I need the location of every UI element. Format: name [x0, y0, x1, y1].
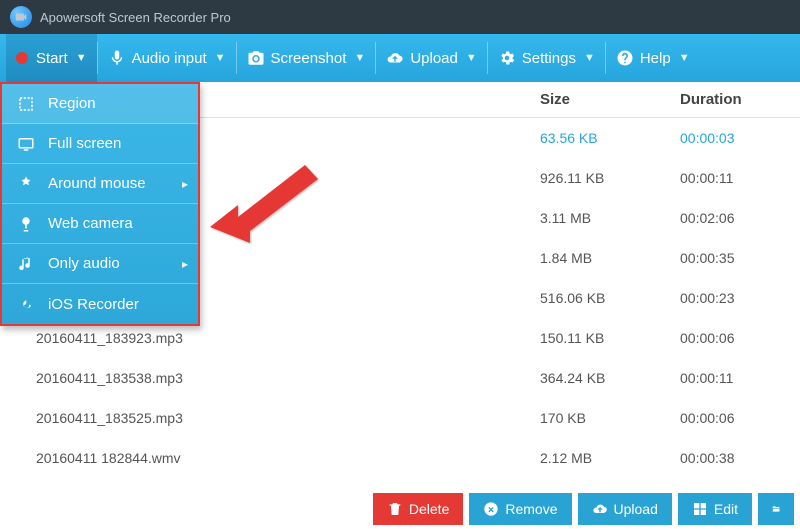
table-row[interactable]: 20160411 182844.wmv2.12 MB00:00:38: [0, 438, 800, 478]
cell-duration: 00:00:38: [680, 450, 800, 466]
dropdown-item-only-audio[interactable]: Only audio ▸: [2, 244, 198, 284]
titlebar: Apowersoft Screen Recorder Pro: [0, 0, 800, 34]
cloud-upload-icon: [592, 501, 608, 517]
cell-size: 364.24 KB: [540, 370, 680, 386]
cell-duration: 00:00:35: [680, 250, 800, 266]
help-icon: [616, 49, 634, 67]
settings-label: Settings: [522, 50, 576, 67]
help-label: Help: [640, 50, 671, 67]
cell-file: 20160411_183923.mp3: [0, 330, 540, 346]
main-toolbar: Start ▼ Audio input ▼ Screenshot ▼ Uploa…: [0, 34, 800, 82]
chevron-down-icon: ▼: [215, 52, 226, 64]
delete-label: Delete: [409, 501, 449, 517]
cell-file: 20160411_183538.mp3: [0, 370, 540, 386]
trash-icon: [387, 501, 403, 517]
camera-icon: [247, 49, 265, 67]
remove-button[interactable]: Remove: [469, 493, 571, 525]
cell-size: 150.11 KB: [540, 330, 680, 346]
dropdown-item-icon: [16, 254, 36, 274]
cell-size: 1.84 MB: [540, 250, 680, 266]
dropdown-item-label: Only audio: [48, 255, 120, 272]
cell-duration: 00:00:23: [680, 290, 800, 306]
edit-label: Edit: [714, 501, 738, 517]
dropdown-item-label: Region: [48, 95, 96, 112]
chevron-down-icon: ▼: [354, 52, 365, 64]
start-label: Start: [36, 50, 68, 67]
bottom-bar: Delete Remove Upload Edit: [0, 489, 800, 529]
edit-button[interactable]: Edit: [678, 493, 752, 525]
table-row[interactable]: 20160411_183538.mp3364.24 KB00:00:11: [0, 358, 800, 398]
cell-duration: 00:00:06: [680, 330, 800, 346]
help-button[interactable]: Help ▼: [606, 34, 700, 82]
cell-size: 516.06 KB: [540, 290, 680, 306]
dropdown-item-icon: [16, 134, 36, 154]
cell-size: 63.56 KB: [540, 130, 680, 146]
chevron-right-icon: ▸: [182, 177, 188, 191]
folder-open-icon: [772, 501, 780, 517]
record-dot-icon: [16, 52, 28, 64]
cell-duration: 00:00:06: [680, 410, 800, 426]
audio-label: Audio input: [132, 50, 207, 67]
settings-button[interactable]: Settings ▼: [488, 34, 605, 82]
gear-icon: [498, 49, 516, 67]
audio-input-button[interactable]: Audio input ▼: [98, 34, 236, 82]
cell-duration: 00:00:11: [680, 370, 800, 386]
screenshot-label: Screenshot: [271, 50, 347, 67]
chevron-right-icon: ▸: [182, 257, 188, 271]
upload-bottom-label: Upload: [614, 501, 658, 517]
cloud-upload-icon: [386, 49, 404, 67]
table-row[interactable]: 20160411_183525.mp3170 KB00:00:06: [0, 398, 800, 438]
dropdown-item-label: Around mouse: [48, 175, 146, 192]
cell-file: 20160411_183525.mp3: [0, 410, 540, 426]
cell-duration: 00:00:11: [680, 170, 800, 186]
app-title: Apowersoft Screen Recorder Pro: [40, 10, 231, 25]
cell-duration: 00:02:06: [680, 210, 800, 226]
chevron-down-icon: ▼: [584, 52, 595, 64]
cell-size: 3.11 MB: [540, 210, 680, 226]
dropdown-item-icon: [16, 174, 36, 194]
remove-label: Remove: [505, 501, 557, 517]
mic-icon: [108, 49, 126, 67]
chevron-down-icon: ▼: [76, 52, 87, 64]
cell-size: 170 KB: [540, 410, 680, 426]
chevron-down-icon: ▼: [679, 52, 690, 64]
remove-icon: [483, 501, 499, 517]
dropdown-item-icon: [16, 294, 36, 314]
dropdown-item-region[interactable]: Region: [2, 84, 198, 124]
edit-icon: [692, 501, 708, 517]
app-logo-icon: [10, 6, 32, 28]
dropdown-item-label: Web camera: [48, 215, 133, 232]
delete-button[interactable]: Delete: [373, 493, 463, 525]
chevron-down-icon: ▼: [466, 52, 477, 64]
dropdown-item-icon: [16, 94, 36, 114]
dropdown-item-label: Full screen: [48, 135, 121, 152]
open-folder-button[interactable]: [758, 493, 794, 525]
start-button[interactable]: Start ▼: [6, 34, 97, 82]
content-area: Size Duration 63.56 KB00:00:03vn926.11 K…: [0, 82, 800, 489]
dropdown-item-full-screen[interactable]: Full screen: [2, 124, 198, 164]
cell-size: 926.11 KB: [540, 170, 680, 186]
upload-bottom-button[interactable]: Upload: [578, 493, 672, 525]
upload-button[interactable]: Upload ▼: [376, 34, 486, 82]
cell-file: 20160411 182844.wmv: [0, 450, 540, 466]
upload-label: Upload: [410, 50, 458, 67]
dropdown-item-ios-recorder[interactable]: iOS Recorder: [2, 284, 198, 324]
col-header-size[interactable]: Size: [540, 91, 680, 108]
screenshot-button[interactable]: Screenshot ▼: [237, 34, 376, 82]
start-dropdown-menu: Region Full screen Around mouse ▸ Web camera…: [0, 82, 200, 326]
dropdown-item-web-camera[interactable]: Web camera: [2, 204, 198, 244]
dropdown-item-around-mouse[interactable]: Around mouse ▸: [2, 164, 198, 204]
col-header-duration[interactable]: Duration: [680, 91, 800, 108]
cell-size: 2.12 MB: [540, 450, 680, 466]
dropdown-item-label: iOS Recorder: [48, 296, 139, 313]
cell-duration: 00:00:03: [680, 130, 800, 146]
dropdown-item-icon: [16, 214, 36, 234]
